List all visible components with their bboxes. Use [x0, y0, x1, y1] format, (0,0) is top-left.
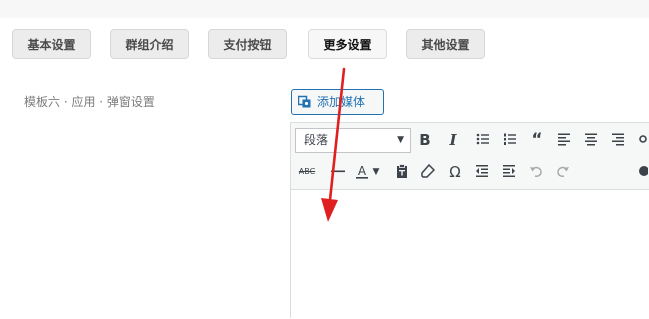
- add-media-label: 添加媒体: [317, 95, 366, 109]
- bullet-list-icon[interactable]: [472, 129, 494, 151]
- align-right-icon[interactable]: [607, 129, 629, 151]
- link-icon[interactable]: [634, 129, 648, 151]
- outdent-icon[interactable]: [471, 161, 493, 183]
- settings-tabs: 基本设置 群组介绍 支付按钮 更多设置 其他设置: [0, 29, 649, 63]
- tab-more-settings[interactable]: 更多设置: [308, 29, 387, 59]
- tab-basic-settings[interactable]: 基本设置: [12, 29, 91, 59]
- numbered-list-icon[interactable]: [499, 129, 521, 151]
- strikethrough-icon[interactable]: ABC: [296, 161, 318, 183]
- horizontal-line-icon[interactable]: [327, 161, 349, 183]
- setting-label: 模板六 · 应用 · 弹窗设置: [24, 95, 155, 109]
- format-select-value: 段落: [304, 133, 329, 147]
- top-band: [0, 0, 649, 18]
- tab-group-intro[interactable]: 群组介绍: [110, 29, 189, 59]
- undo-icon[interactable]: [525, 161, 547, 183]
- blockquote-icon[interactable]: “: [526, 129, 548, 151]
- chevron-down-icon: ▼: [397, 135, 404, 145]
- redo-icon[interactable]: [552, 161, 574, 183]
- media-icon: [298, 95, 311, 108]
- chevron-down-icon[interactable]: ▼: [369, 161, 383, 183]
- editor-content-area[interactable]: [291, 189, 649, 319]
- format-select[interactable]: 段落 ▼: [295, 128, 411, 153]
- special-character-icon[interactable]: Ω: [444, 161, 466, 183]
- rich-text-editor[interactable]: 段落 ▼ B I “ ABC A ▼ Ω: [290, 122, 649, 318]
- add-media-button[interactable]: 添加媒体: [291, 89, 384, 115]
- svg-text:A: A: [358, 164, 367, 178]
- help-icon[interactable]: [634, 161, 648, 183]
- align-left-icon[interactable]: [553, 129, 575, 151]
- tab-pay-button[interactable]: 支付按钮: [208, 29, 287, 59]
- editor-toolbar: 段落 ▼ B I “ ABC A ▼ Ω: [291, 123, 649, 190]
- align-center-icon[interactable]: [580, 129, 602, 151]
- clear-formatting-icon[interactable]: [417, 161, 439, 183]
- bold-icon[interactable]: B: [414, 129, 436, 151]
- tab-other-settings[interactable]: 其他设置: [406, 29, 485, 59]
- paste-as-text-icon[interactable]: [391, 161, 413, 183]
- italic-icon[interactable]: I: [442, 129, 464, 151]
- indent-icon[interactable]: [498, 161, 520, 183]
